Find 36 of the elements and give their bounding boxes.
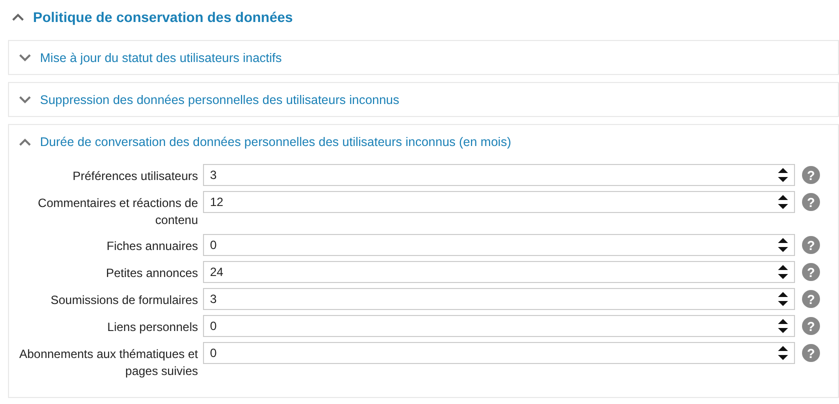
spinner-icon[interactable] (778, 264, 788, 280)
panel-title[interactable]: Mise à jour du statut des utilisateurs inactifs (40, 50, 282, 64)
chevron-icon[interactable] (12, 13, 24, 21)
help-icon[interactable]: ? (802, 344, 820, 362)
field-label: Commentaires et réactions de contenu (36, 195, 198, 229)
field-label: Liens personnels (106, 319, 198, 336)
field-label: Soumissions de formulaires (50, 292, 198, 309)
panel-title[interactable]: Suppression des données personnelles des utilisateurs inconnus (40, 92, 400, 106)
help-icon[interactable]: ? (802, 317, 820, 335)
spinner-icon[interactable] (778, 318, 788, 334)
chevron-icon[interactable] (19, 54, 31, 62)
help-icon[interactable]: ? (802, 290, 820, 308)
number-field[interactable]: 0 (203, 342, 795, 364)
chevron-icon[interactable] (19, 138, 31, 146)
spinner-icon[interactable] (778, 345, 788, 361)
field-label: Fiches annuaires (106, 238, 198, 255)
spinner-icon[interactable] (778, 194, 788, 210)
spinner-icon[interactable] (778, 237, 788, 253)
help-icon[interactable]: ? (802, 236, 820, 254)
number-field[interactable]: 3 (203, 288, 795, 310)
chevron-icon[interactable] (19, 96, 31, 104)
panel-title[interactable]: Durée de conversation des données personnelles des utilisateurs inconnus (en mois) (40, 134, 512, 148)
field-label: Petites annonces (104, 265, 198, 282)
section-title[interactable]: Politique de conservation des données (33, 9, 293, 25)
number-field[interactable]: 0 (203, 234, 795, 256)
spinner-icon[interactable] (778, 167, 788, 183)
help-icon[interactable]: ? (802, 263, 820, 281)
number-field[interactable]: 12 (203, 191, 795, 213)
number-field[interactable]: 3 (203, 164, 795, 186)
help-icon[interactable]: ? (802, 166, 820, 184)
number-field[interactable]: 0 (203, 315, 795, 337)
field-label: Abonnements aux thématiques et pages suivies (18, 346, 198, 380)
number-field[interactable]: 24 (203, 261, 795, 283)
field-label: Préférences utilisateurs (72, 168, 198, 185)
spinner-icon[interactable] (778, 291, 788, 307)
help-icon[interactable]: ? (802, 193, 820, 211)
